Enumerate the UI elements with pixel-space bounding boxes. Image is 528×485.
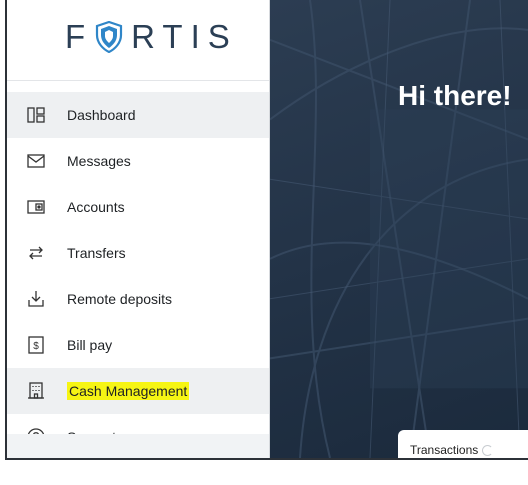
sidebar-item-cash-management[interactable]: Cash Management [7, 368, 269, 414]
transactions-tab[interactable]: Transactions [398, 430, 528, 458]
logo-area: F RTIS [7, 0, 269, 81]
deposit-icon [25, 288, 47, 310]
shield-logo-icon [96, 21, 123, 53]
building-icon [25, 380, 47, 402]
greeting-heading: Hi there! [398, 80, 512, 111]
transactions-label: Transactions [410, 443, 479, 457]
dashboard-icon [25, 104, 47, 126]
sidebar-item-label: Messages [67, 153, 131, 169]
sidebar-item-bill-pay[interactable]: $ Bill pay [7, 322, 269, 368]
sidebar-item-label: Remote deposits [67, 291, 173, 307]
sidebar-item-remote-deposits[interactable]: Remote deposits [7, 276, 269, 322]
sidebar-item-messages[interactable]: Messages [7, 138, 269, 184]
transfer-arrows-icon [25, 242, 47, 264]
wallet-icon [25, 196, 47, 218]
sidebar: F RTIS Dashboard Messages Accounts Trans… [7, 0, 270, 458]
sidebar-nav: Dashboard Messages Accounts Transfers Re… [7, 92, 269, 458]
loading-spinner-icon [482, 444, 494, 456]
dollar-bill-icon: $ [25, 334, 47, 356]
hero-banner: Hi there! Transactions [270, 0, 528, 458]
hero-background-image [270, 0, 528, 458]
sidebar-item-label: Dashboard [67, 107, 136, 123]
logo-text-left: F [65, 18, 94, 55]
sidebar-item-label: Transfers [67, 245, 126, 261]
envelope-icon [25, 150, 47, 172]
sidebar-footer [7, 434, 269, 458]
sidebar-item-label: Accounts [67, 199, 125, 215]
logo-text-right: RTIS [131, 18, 238, 55]
sidebar-item-transfers[interactable]: Transfers [7, 230, 269, 276]
sidebar-item-label: Bill pay [67, 337, 113, 353]
app-window: F RTIS Dashboard Messages Accounts Trans… [5, 0, 528, 460]
sidebar-item-label: Cash Management [67, 382, 190, 400]
svg-text:$: $ [33, 341, 39, 352]
sidebar-item-accounts[interactable]: Accounts [7, 184, 269, 230]
fortis-logo[interactable]: F RTIS [65, 18, 238, 56]
sidebar-item-dashboard[interactable]: Dashboard [7, 92, 269, 138]
